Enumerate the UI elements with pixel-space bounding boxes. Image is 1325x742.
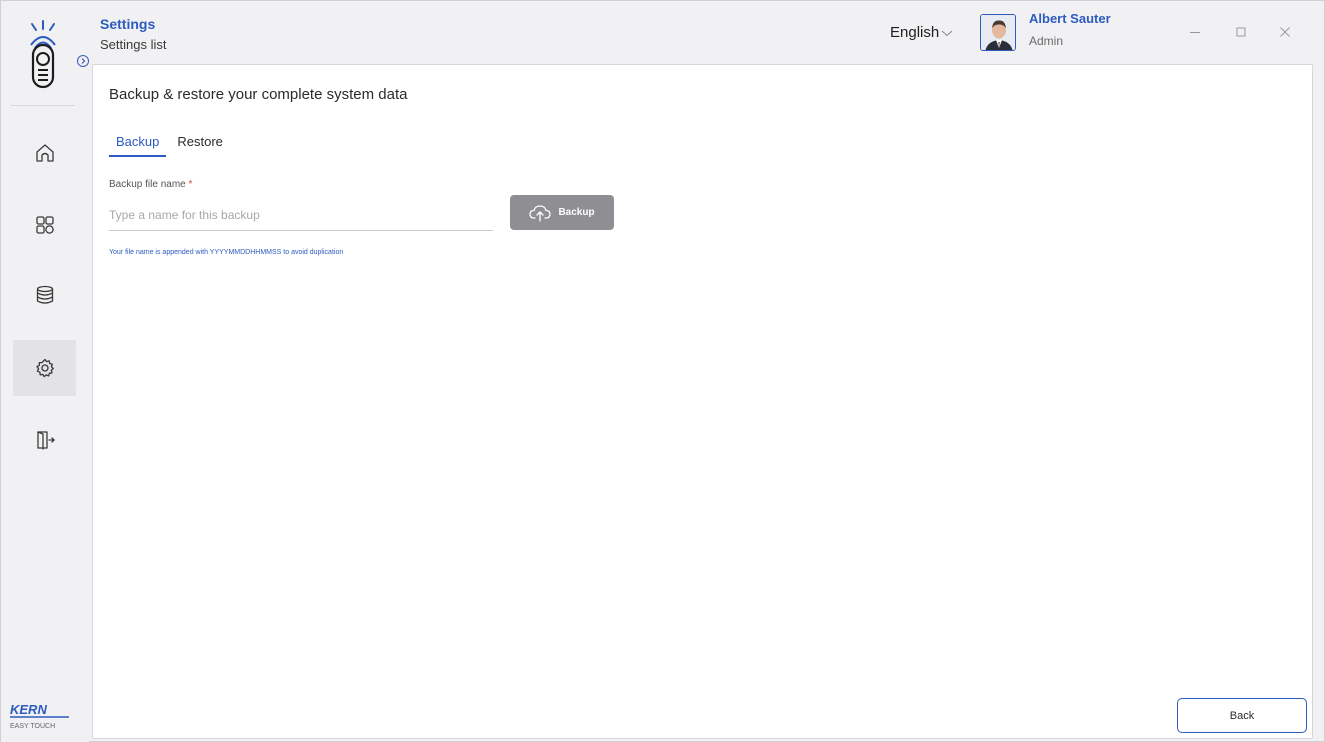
chevron-down-icon [941,30,953,36]
sidebar: KERN EASY TOUCH [1,1,89,742]
language-selector[interactable]: English [890,24,953,41]
user-name: Albert Sauter [1029,11,1111,26]
gear-icon [35,358,54,378]
section-heading: Backup & restore your complete system da… [109,86,408,103]
sidebar-item-logout[interactable] [13,412,76,468]
file-name-hint: Your file name is appended with YYYYMMDD… [109,249,344,256]
language-label: English [890,24,940,41]
window-close-button[interactable] [1276,23,1294,41]
cloud-upload-icon [529,204,552,222]
field-label-text: Backup file name [109,179,186,190]
backup-file-name-label: Backup file name * [109,179,192,190]
main-panel: Backup & restore your complete system da… [92,64,1313,739]
backup-button[interactable]: Backup [510,195,614,230]
svg-text:KERN: KERN [10,702,47,717]
sidebar-item-dashboard[interactable] [13,197,76,253]
page-subtitle: Settings list [100,37,167,52]
back-button[interactable]: Back [1177,698,1307,733]
database-icon [36,285,53,304]
sidebar-item-database[interactable] [13,267,76,323]
user-role: Admin [1029,34,1064,48]
kern-logo: KERN EASY TOUCH [5,699,73,735]
window-minimize-button[interactable] [1186,23,1204,41]
sidebar-item-settings[interactable] [13,340,76,396]
chevron-right-icon [81,58,86,64]
header: Settings Settings list English Albert Sa… [89,1,1325,61]
backup-file-name-input[interactable] [109,199,493,231]
tab-backup[interactable]: Backup [109,132,167,157]
window-maximize-button[interactable] [1232,23,1250,41]
backup-button-label: Backup [558,207,595,218]
minimize-icon [1190,32,1200,33]
close-icon [1280,27,1290,37]
home-icon [35,144,54,162]
grid-icon [35,216,54,234]
exit-icon [36,431,55,450]
user-avatar-icon [981,15,1015,50]
required-mark: * [188,179,193,190]
avatar[interactable] [980,14,1016,51]
sidebar-item-home[interactable] [13,125,76,181]
tab-bar: Backup Restore [109,132,230,157]
tab-restore[interactable]: Restore [170,132,230,157]
sidebar-divider [11,105,75,106]
page-title: Settings [100,16,156,32]
app-window: KERN EASY TOUCH Settings Settings list E… [0,0,1325,742]
maximize-icon [1236,27,1246,37]
svg-text:EASY TOUCH: EASY TOUCH [10,723,55,730]
sidebar-expand-button[interactable] [77,55,89,67]
app-logo-icon [23,15,63,95]
